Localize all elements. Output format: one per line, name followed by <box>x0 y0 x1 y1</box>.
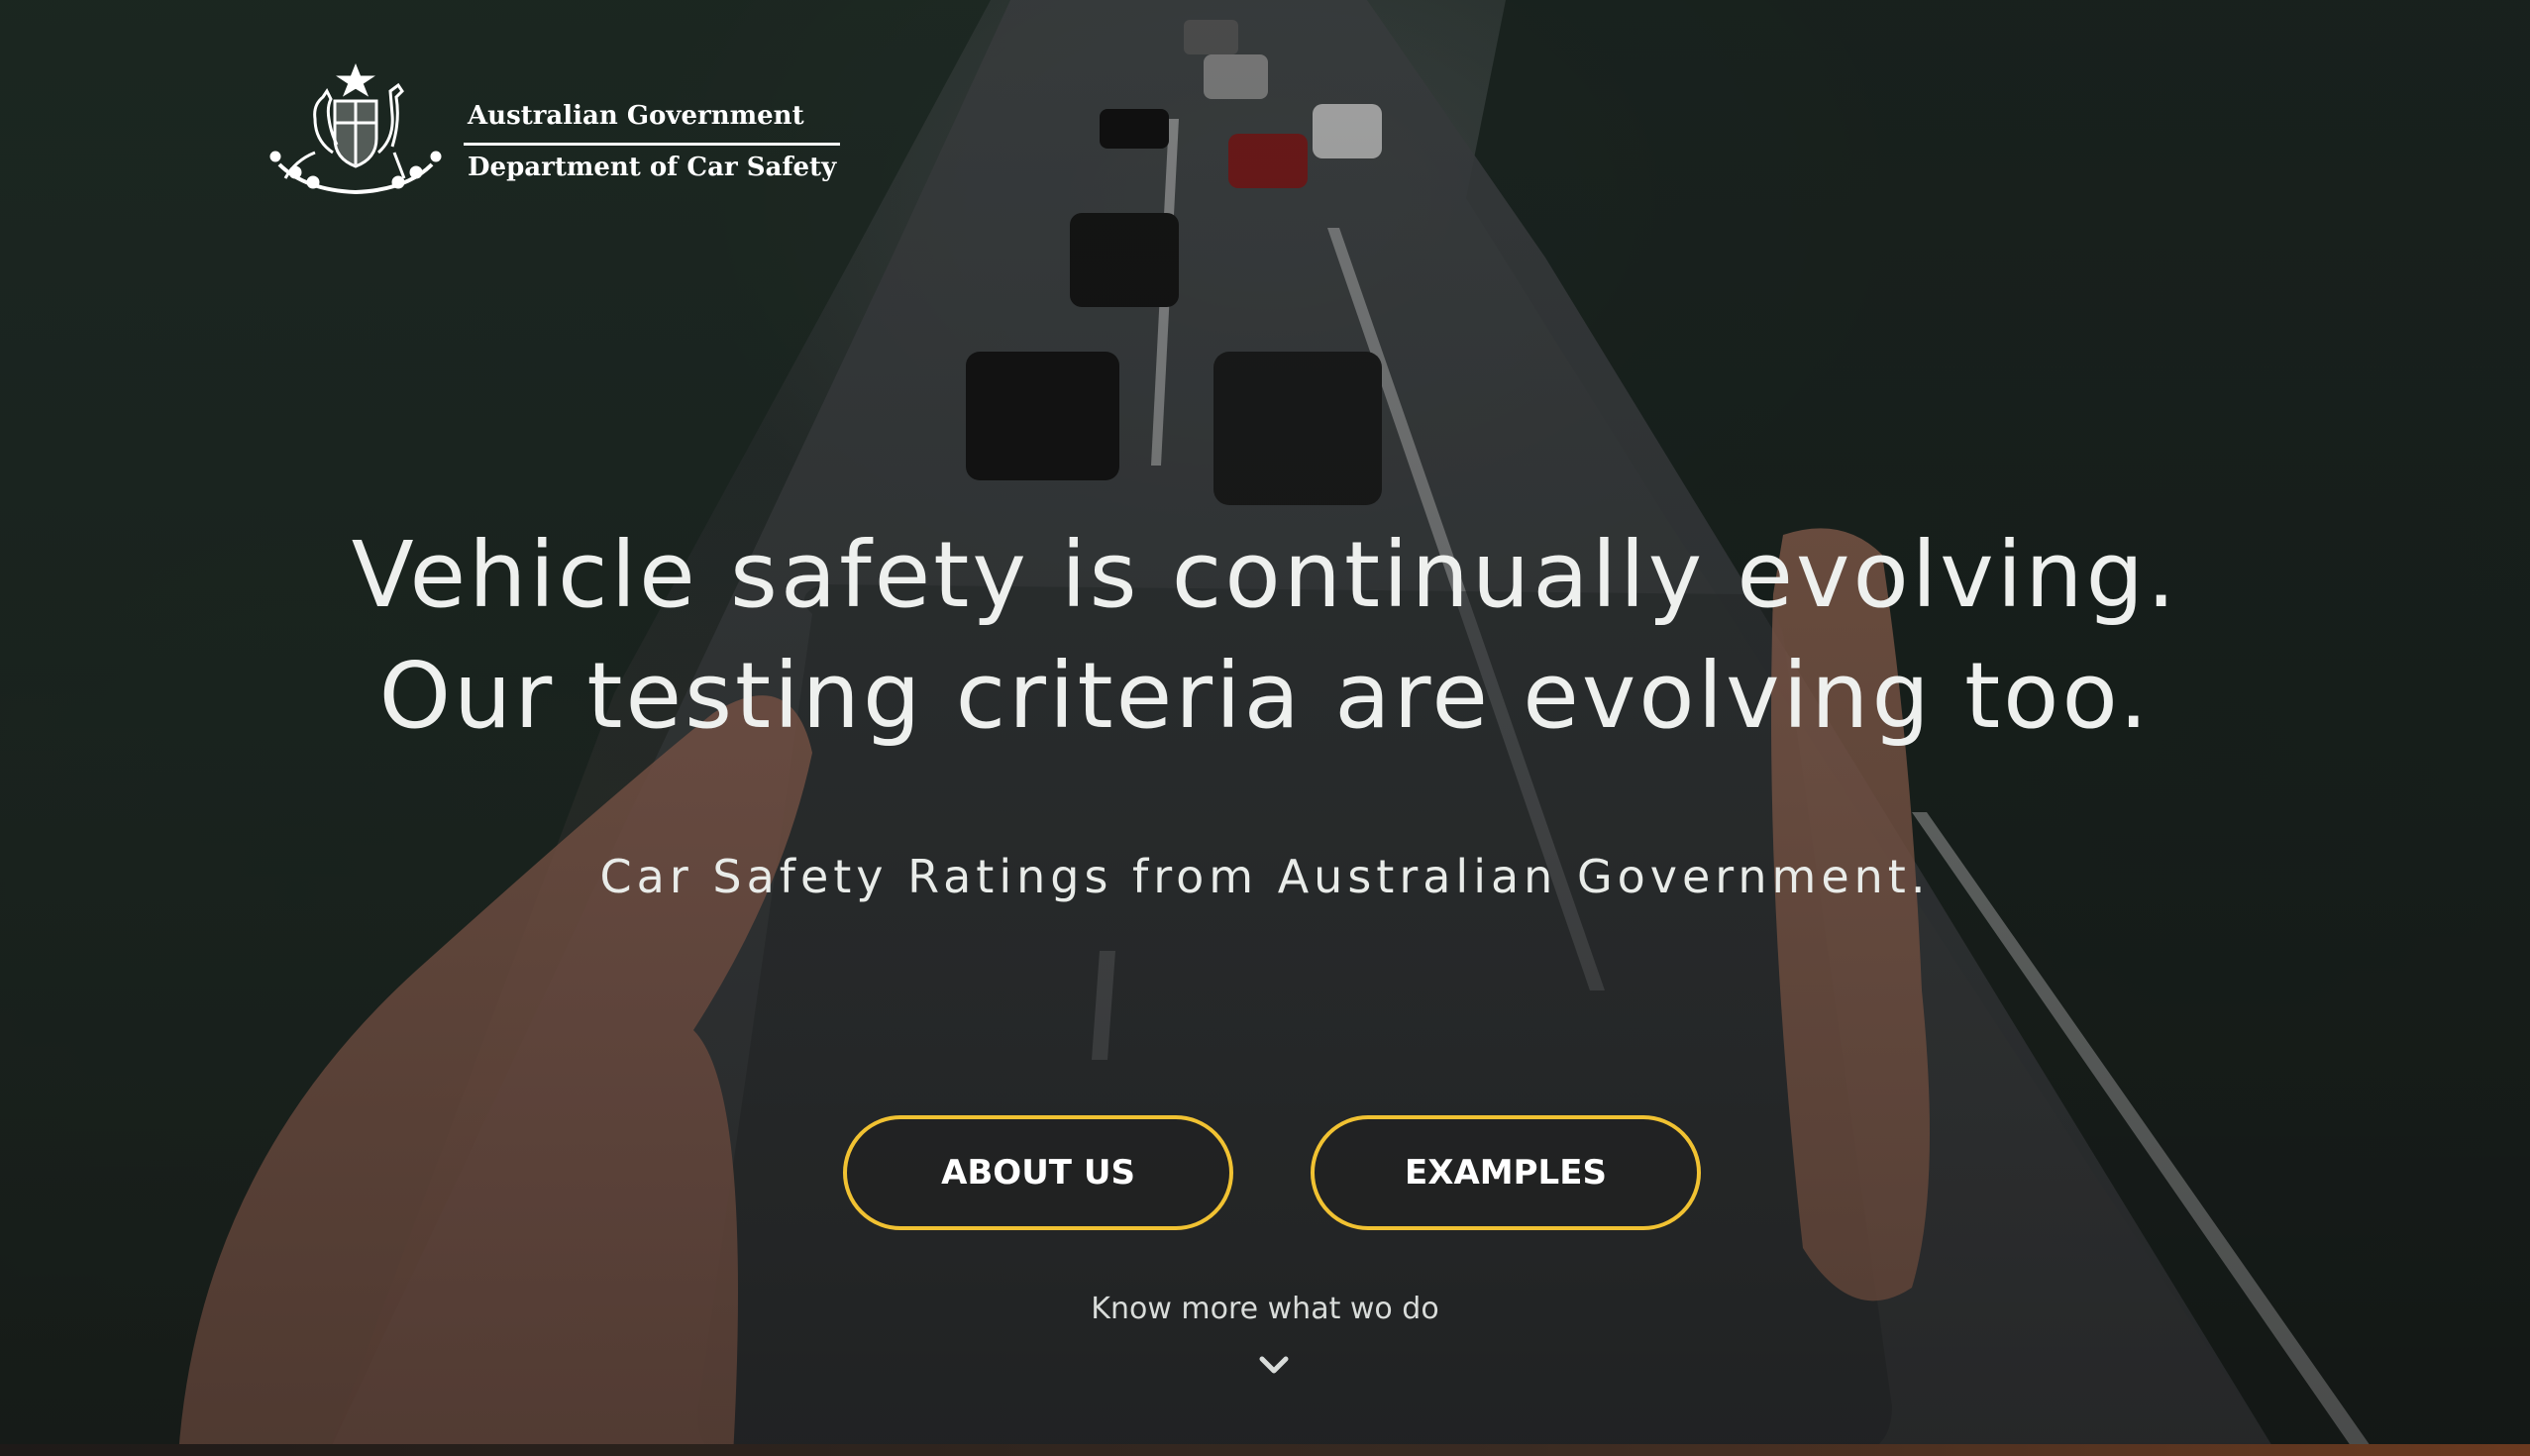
government-logo[interactable]: Australian Government Department of Car … <box>265 61 850 200</box>
know-more-link[interactable]: Know more what wo do <box>0 1292 2530 1326</box>
about-us-label: ABOUT US <box>941 1153 1135 1193</box>
headline-line-2: Our testing criteria are evolving too. <box>378 643 2152 749</box>
headline-line-1: Vehicle safety is continually evolving. <box>351 522 2179 628</box>
hero-section: Australian Government Department of Car … <box>0 0 2530 1456</box>
examples-label: EXAMPLES <box>1405 1153 1607 1193</box>
about-us-button[interactable]: ABOUT US <box>843 1115 1233 1230</box>
logo-divider <box>464 143 840 146</box>
coat-of-arms-icon <box>269 62 442 195</box>
chevron-down-icon[interactable] <box>1256 1351 1292 1379</box>
logo-department: Department of Car Safety <box>468 153 837 182</box>
hero-subtitle: Car Safety Ratings from Australian Gover… <box>599 850 1931 903</box>
bottom-edge-strip <box>0 1444 2530 1456</box>
logo-title: Australian Government <box>468 101 804 131</box>
hero-headline: Vehicle safety is continually evolving. … <box>0 515 2530 757</box>
examples-button[interactable]: EXAMPLES <box>1311 1115 1701 1230</box>
